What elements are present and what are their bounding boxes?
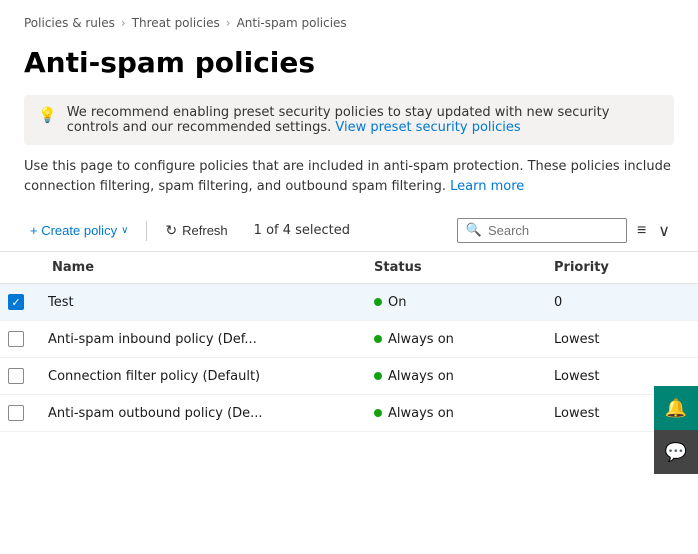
status-label: Always on: [388, 406, 454, 421]
create-policy-button[interactable]: + Create policy ∨: [24, 219, 134, 242]
col-header-priority: Priority: [554, 260, 674, 275]
banner-content: We recommend enabling preset security po…: [67, 105, 660, 135]
table-header: Name Status Priority: [0, 252, 698, 284]
row-checkbox[interactable]: [8, 331, 48, 347]
search-input[interactable]: [488, 223, 618, 238]
checkbox-unchecked[interactable]: [8, 331, 24, 347]
checkbox-unchecked[interactable]: [8, 405, 24, 421]
row-name: Anti-spam inbound policy (Def...: [48, 332, 374, 347]
page-description: Use this page to configure policies that…: [0, 157, 698, 210]
sort-button[interactable]: ∨: [654, 219, 674, 243]
status-label: Always on: [388, 369, 454, 384]
status-label: On: [388, 295, 406, 310]
breadcrumb: Policies & rules › Threat policies › Ant…: [0, 0, 698, 38]
breadcrumb-sep-2: ›: [226, 16, 231, 30]
toolbar-left: + Create policy ∨ ↻ Refresh 1 of 4 selec…: [24, 218, 457, 243]
create-chevron-icon: ∨: [121, 225, 128, 236]
row-name: Test: [48, 295, 374, 310]
table-row[interactable]: Test On 0: [0, 284, 698, 321]
row-priority: Lowest: [554, 369, 674, 384]
breadcrumb-policies-rules[interactable]: Policies & rules: [24, 16, 115, 30]
row-status: Always on: [374, 332, 554, 347]
page-title: Anti-spam policies: [0, 38, 698, 95]
selected-count: 1 of 4 selected: [254, 223, 350, 238]
status-dot: [374, 335, 382, 343]
notification-panel-button[interactable]: 🔔: [654, 386, 698, 430]
breadcrumb-threat-policies[interactable]: Threat policies: [132, 16, 220, 30]
notification-icon: 🔔: [665, 398, 687, 419]
col-header-name: Name: [48, 260, 374, 275]
chat-panel-button[interactable]: 💬: [654, 430, 698, 474]
row-checkbox[interactable]: [8, 405, 48, 421]
row-checkbox[interactable]: [8, 368, 48, 384]
status-dot: [374, 372, 382, 380]
breadcrumb-sep-1: ›: [121, 16, 126, 30]
table-row[interactable]: Anti-spam inbound policy (Def... Always …: [0, 321, 698, 358]
filter-button[interactable]: ≡: [633, 220, 650, 242]
col-header-checkbox: [8, 260, 48, 275]
table-row[interactable]: Anti-spam outbound policy (De... Always …: [0, 395, 698, 432]
refresh-button[interactable]: ↻ Refresh: [159, 218, 233, 243]
row-priority: 0: [554, 295, 674, 310]
row-checkbox[interactable]: [8, 294, 48, 310]
right-panel: 🔔 💬: [654, 386, 698, 474]
banner-link[interactable]: View preset security policies: [335, 120, 520, 135]
breadcrumb-antispam-policies[interactable]: Anti-spam policies: [237, 16, 347, 30]
create-policy-label: + Create policy: [30, 223, 117, 238]
row-status: Always on: [374, 369, 554, 384]
status-dot: [374, 409, 382, 417]
checkbox-unchecked[interactable]: [8, 368, 24, 384]
learn-more-link[interactable]: Learn more: [450, 179, 524, 194]
search-icon: 🔍: [466, 223, 482, 238]
status-dot: [374, 298, 382, 306]
table-row[interactable]: Connection filter policy (Default) Alway…: [0, 358, 698, 395]
col-header-status: Status: [374, 260, 554, 275]
row-name: Connection filter policy (Default): [48, 369, 374, 384]
refresh-label: Refresh: [182, 223, 228, 238]
bulb-icon: 💡: [38, 106, 57, 124]
toolbar-divider: [146, 221, 147, 241]
row-status: Always on: [374, 406, 554, 421]
table-body: Test On 0 Anti-spam inbound policy (Def.…: [0, 284, 698, 432]
chat-icon: 💬: [665, 442, 687, 463]
status-label: Always on: [388, 332, 454, 347]
toolbar: + Create policy ∨ ↻ Refresh 1 of 4 selec…: [0, 210, 698, 252]
info-banner: 💡 We recommend enabling preset security …: [24, 95, 674, 145]
refresh-icon: ↻: [165, 222, 177, 239]
row-status: On: [374, 295, 554, 310]
row-priority: Lowest: [554, 332, 674, 347]
row-name: Anti-spam outbound policy (De...: [48, 406, 374, 421]
filter-icons: ≡ ∨: [633, 219, 674, 243]
checkbox-checked[interactable]: [8, 294, 24, 310]
search-box[interactable]: 🔍: [457, 218, 627, 243]
